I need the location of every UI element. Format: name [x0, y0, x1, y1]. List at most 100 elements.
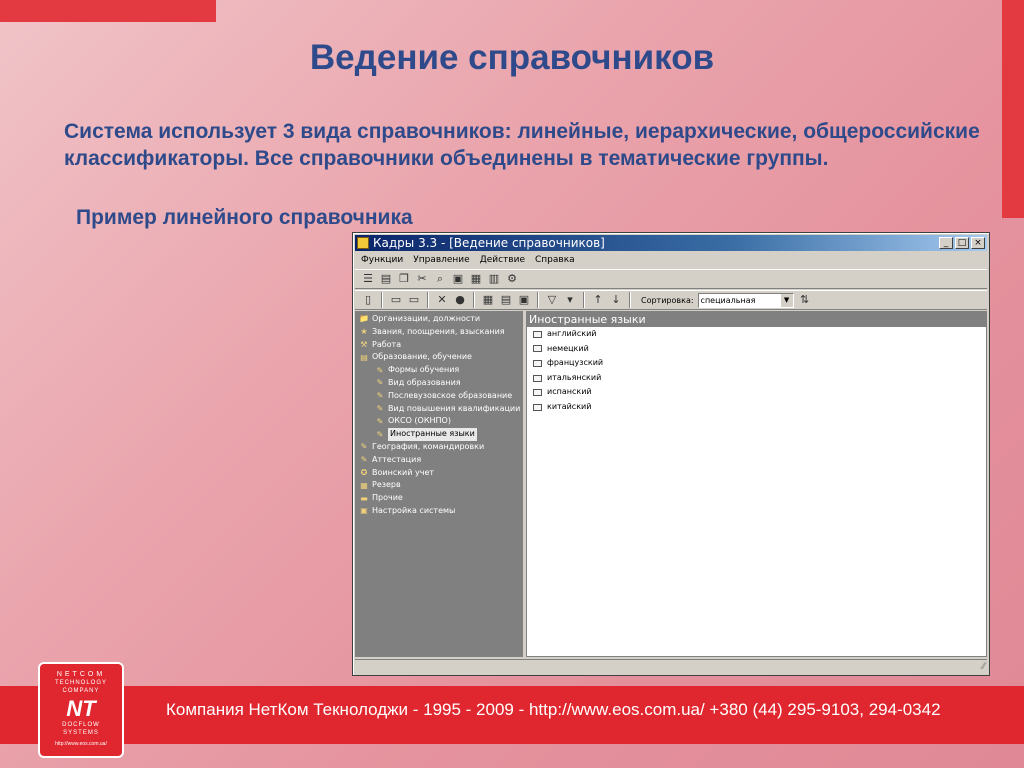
tree-item[interactable]: ▤ Образование, обучение [355, 351, 523, 364]
list-item-label: китайский [547, 401, 592, 411]
edit-copy-icon[interactable]: ▭ [407, 293, 421, 307]
list-item[interactable]: испанский [527, 385, 986, 400]
toolbar-directory: ▯ ▭ ▭ ✕ ● ▦ ▤ ▣ ▽ ▾ ↑ ↓ Сортировка: спец… [355, 290, 987, 310]
confirm-icon[interactable]: ● [453, 293, 467, 307]
maximize-button[interactable]: □ [955, 237, 969, 249]
app-window: Кадры 3.3 - [Ведение справочников] _ □ ×… [352, 232, 990, 676]
tree-node-icon: ▦ [360, 480, 368, 490]
top-red-stripe [0, 0, 216, 22]
table-icon[interactable]: ▦ [469, 272, 483, 286]
tree-node-icon: ▬ [360, 493, 368, 503]
move-down-icon[interactable]: ↓ [609, 293, 623, 307]
close-button[interactable]: × [971, 237, 985, 249]
sort-label: Сортировка: [641, 295, 694, 305]
tree-item[interactable]: ✎ Иностранные языки [355, 428, 523, 441]
tree-item[interactable]: ⚒ Работа [355, 339, 523, 352]
scissors-icon[interactable]: ✂ [415, 272, 429, 286]
menu-action[interactable]: Действие [480, 253, 525, 267]
status-bar: ⁄⁄ [355, 659, 987, 673]
chevron-down-icon[interactable]: ▼ [780, 293, 793, 307]
new-record-icon[interactable]: ▯ [361, 293, 375, 307]
tree-item-label: Образование, обучение [372, 352, 472, 362]
slide-subtitle: Пример линейного справочника [76, 206, 413, 229]
tree-item[interactable]: ✎ Аттестация [355, 454, 523, 467]
tree-node-icon: ✎ [360, 455, 368, 465]
resize-grip-icon[interactable]: ⁄⁄ [982, 662, 985, 672]
book-icon[interactable]: ▥ [487, 272, 501, 286]
tree-item-label: Организации, должности [372, 314, 481, 323]
tree-item[interactable]: ★ Звания, поощрения, взыскания [355, 326, 523, 339]
window-titlebar[interactable]: Кадры 3.3 - [Ведение справочников] _ □ × [355, 235, 987, 251]
menu-management[interactable]: Управление [413, 253, 469, 267]
sort-order-icon[interactable]: ⇅ [798, 293, 812, 307]
tree-node-icon: ✎ [376, 365, 384, 375]
tree-item-label: ОКСО (ОКНПО) [388, 416, 451, 426]
tree-node-icon: ✎ [376, 416, 384, 426]
logo-line2: TECHNOLOGY [54, 680, 107, 686]
tree-node-icon: ✎ [376, 429, 384, 439]
export-icon[interactable]: ▦ [481, 293, 495, 307]
tree-item[interactable]: ✎ География, командировки [355, 441, 523, 454]
list-item[interactable]: французский [527, 356, 986, 371]
list-item[interactable]: итальянский [527, 371, 986, 386]
list-item[interactable]: немецкий [527, 342, 986, 357]
list-item-label: испанский [547, 387, 592, 397]
delete-icon[interactable]: ✕ [435, 293, 449, 307]
list-item-label: английский [547, 329, 597, 338]
tree-item-label: Работа [372, 339, 402, 349]
tree-item[interactable]: ✎ Формы обучения [355, 364, 523, 377]
tree-node-icon: ✎ [376, 391, 384, 401]
tree-item[interactable]: ▣ Настройка системы [355, 505, 523, 518]
tree-item[interactable]: ✎ Вид образования [355, 377, 523, 390]
tree-item[interactable]: ✎ ОКСО (ОКНПО) [355, 415, 523, 428]
directory-tree: 📁 Организации, должности ★ Звания, поощрени… [355, 311, 523, 657]
list-header: Иностранные языки [527, 312, 986, 327]
menu-help[interactable]: Справка [535, 253, 575, 267]
list-item-label: французский [547, 358, 604, 368]
move-up-icon[interactable]: ↑ [591, 293, 605, 307]
filter-dropdown-icon[interactable]: ▾ [563, 293, 577, 307]
report-icon[interactable]: ▣ [451, 272, 465, 286]
menu-functions[interactable]: Функции [361, 253, 403, 267]
tree-item-label: Звания, поощрения, взыскания [372, 326, 505, 336]
tools-icon[interactable]: ⚙ [505, 272, 519, 286]
tree-node-icon: ✎ [360, 442, 368, 452]
company-logo: NETCOM TECHNOLOGY COMPANY NT DOCFLOW SYS… [38, 662, 124, 758]
record-icon [533, 330, 542, 338]
tree-node-icon: ⚒ [360, 339, 368, 349]
copy-icon[interactable]: ❐ [397, 272, 411, 286]
edit-icon[interactable]: ▭ [389, 293, 403, 307]
tree-item-label: География, командировки [372, 441, 485, 451]
refresh-icon[interactable]: ▣ [517, 293, 531, 307]
toolbar-separator [427, 292, 429, 308]
search-icon[interactable]: ⌕ [433, 272, 447, 286]
slide-title: Ведение справочников [309, 38, 715, 77]
logo-mark: NT [66, 696, 96, 721]
directory-list: Иностранные языки английский немецкий фран… [526, 311, 987, 657]
logo-line1: NETCOM [56, 671, 106, 678]
tree-node-icon: 📁 [359, 314, 369, 324]
list-item-label: немецкий [547, 343, 589, 353]
tree-item[interactable]: ✎ Послевузовское образование [355, 390, 523, 403]
filter-icon[interactable]: ▽ [545, 293, 559, 307]
list-item-label: итальянский [547, 372, 602, 382]
minimize-button[interactable]: _ [939, 237, 953, 249]
tree-item[interactable]: ✎ Вид повышения квалификации [355, 403, 523, 416]
tree-item-label: Вид повышения квалификации [388, 403, 521, 413]
list-icon[interactable]: ☰ [361, 272, 375, 286]
tree-item-label: Послевузовское образование [388, 390, 513, 400]
sort-select[interactable]: специальная ▼ [697, 292, 794, 308]
tree-item[interactable]: ▦ Резерв [355, 479, 523, 492]
tree-item[interactable]: 📁 Организации, должности [355, 313, 523, 326]
list-item[interactable]: китайский [527, 400, 986, 415]
list-item[interactable]: английский [527, 327, 986, 342]
card-icon[interactable]: ▤ [379, 272, 393, 286]
toolbar-separator [537, 292, 539, 308]
tree-item[interactable]: ▬ Прочие [355, 492, 523, 505]
import-icon[interactable]: ▤ [499, 293, 513, 307]
tree-item[interactable]: ✪ Воинский учет [355, 467, 523, 480]
toolbar-separator [629, 292, 631, 308]
tree-item-label: Воинский учет [372, 467, 435, 477]
tree-item-label: Настройка системы [372, 505, 456, 515]
tree-node-icon: ✪ [360, 467, 368, 477]
